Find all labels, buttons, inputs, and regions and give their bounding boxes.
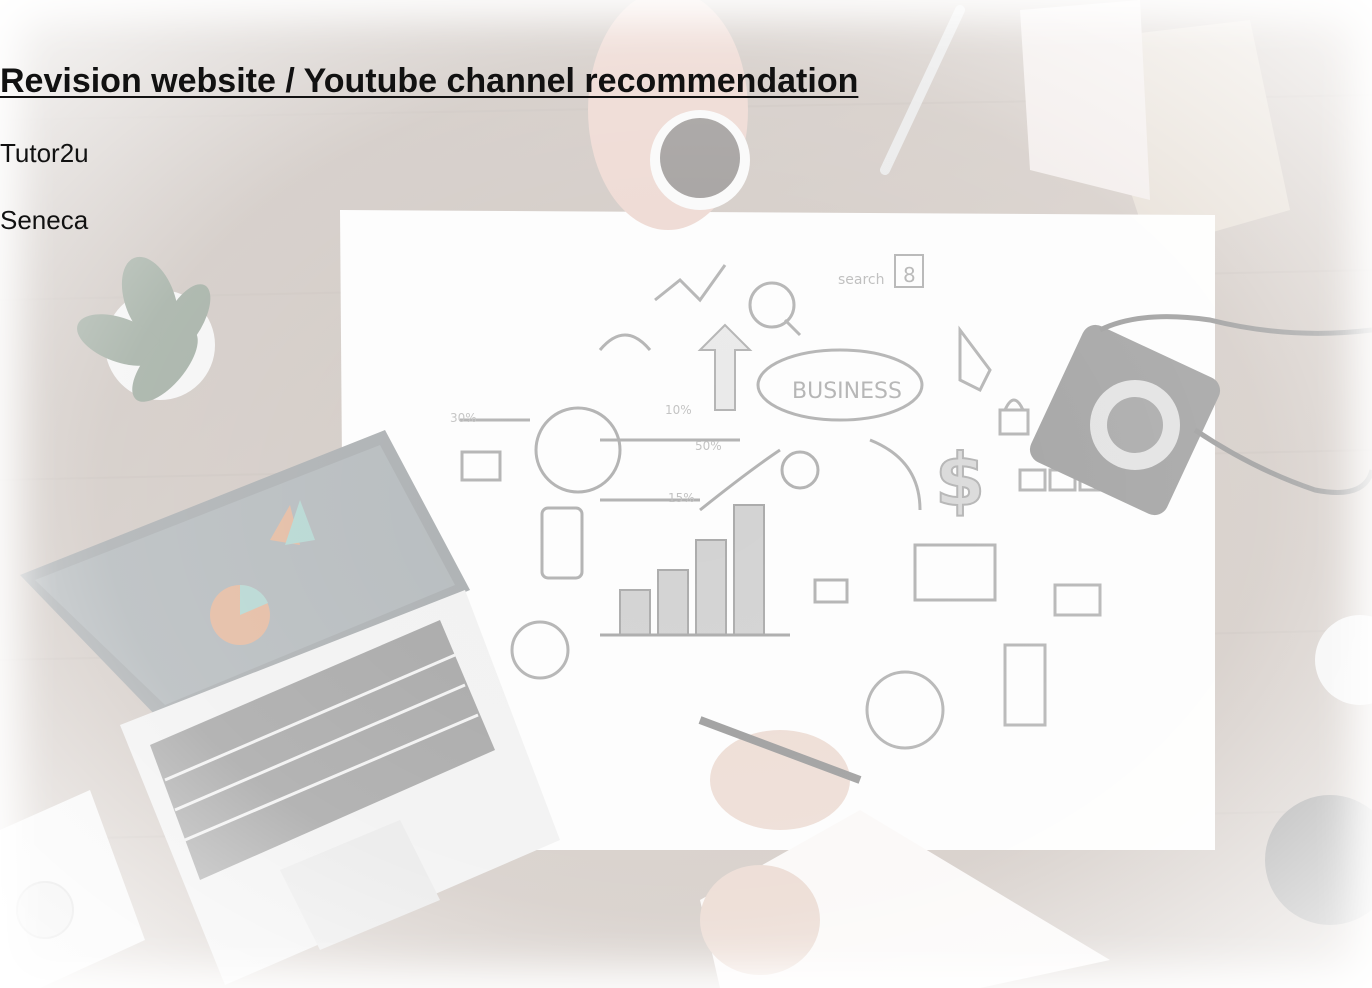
svg-text:15%: 15% xyxy=(668,491,695,505)
svg-text:10%: 10% xyxy=(665,403,692,417)
background-desk-photo: $ BUSINESS search 8 30% 10% 50% 15% xyxy=(0,0,1372,988)
recommendation-seneca: Seneca xyxy=(0,205,89,235)
coffee-cup xyxy=(588,0,750,230)
slide-title: Revision website / Youtube channel recom… xyxy=(0,62,859,100)
svg-text:50%: 50% xyxy=(695,439,722,453)
svg-text:BUSINESS: BUSINESS xyxy=(792,379,902,404)
svg-text:search: search xyxy=(838,272,885,288)
recommendation-tutor2u: Tutor2u xyxy=(0,138,89,168)
svg-text:$: $ xyxy=(935,438,985,522)
svg-text:8: 8 xyxy=(903,263,916,287)
svg-text:30%: 30% xyxy=(450,411,477,425)
